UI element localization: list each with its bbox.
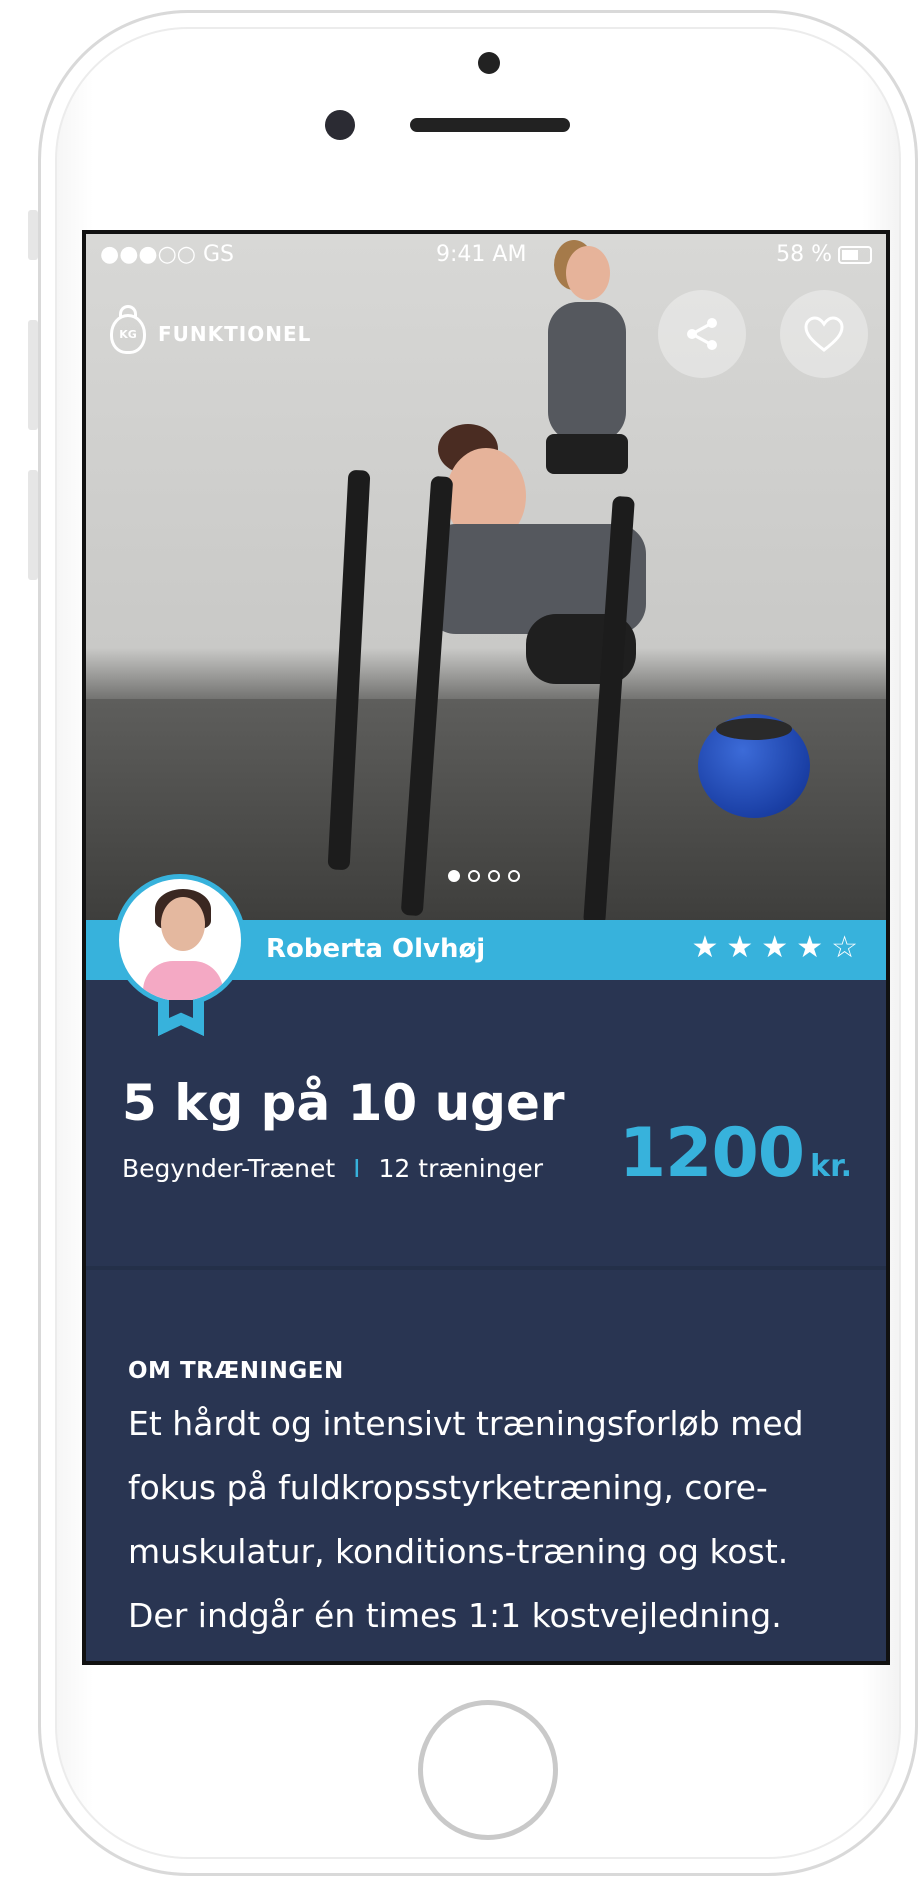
carousel-dot[interactable] bbox=[468, 870, 480, 882]
price-amount: 1200 bbox=[618, 1114, 805, 1193]
kettlebell-icon: KG bbox=[110, 305, 146, 354]
mute-switch bbox=[28, 210, 38, 260]
favorite-button[interactable] bbox=[780, 290, 868, 378]
share-button[interactable] bbox=[658, 290, 746, 378]
share-icon bbox=[687, 318, 717, 350]
price-currency: kr. bbox=[810, 1149, 852, 1184]
coach-name[interactable]: Roberta Olvhøj bbox=[266, 934, 485, 964]
star-filled-icon: ★ bbox=[796, 930, 824, 965]
hero-image: ●●●○○ GS 9:41 AM 58 % KG FUNKTIONEL bbox=[86, 234, 886, 924]
carousel-dot[interactable] bbox=[508, 870, 520, 882]
meta-separator: I bbox=[353, 1154, 361, 1183]
volume-down-button bbox=[28, 470, 38, 580]
battery-icon bbox=[838, 246, 872, 264]
program-price: 1200 kr. bbox=[619, 1114, 852, 1193]
clock: 9:41 AM bbox=[436, 242, 527, 267]
about-text: Et hårdt og intensivt træningsforløb med… bbox=[128, 1404, 804, 1635]
program-meta: Begynder-Trænet I 12 træninger bbox=[122, 1154, 543, 1183]
volume-up-button bbox=[28, 320, 38, 430]
program-title: 5 kg på 10 uger bbox=[122, 1074, 565, 1132]
about-heading: OM TRÆNINGEN bbox=[128, 1358, 344, 1384]
battery-percent: 58 % bbox=[776, 242, 832, 267]
star-filled-icon: ★ bbox=[691, 930, 719, 965]
carousel-dot[interactable] bbox=[448, 870, 460, 882]
front-camera bbox=[325, 110, 355, 140]
star-filled-icon: ★ bbox=[726, 930, 754, 965]
rating-stars: ★ ★ ★ ★ ☆ bbox=[691, 930, 858, 965]
home-button[interactable] bbox=[418, 1700, 558, 1840]
program-sessions: 12 træninger bbox=[378, 1154, 544, 1183]
carousel-dots[interactable] bbox=[448, 870, 520, 882]
star-empty-icon: ☆ bbox=[831, 930, 858, 965]
section-divider bbox=[86, 1266, 886, 1270]
ribbon-badge-icon bbox=[158, 1000, 204, 1036]
category-tag: KG FUNKTIONEL bbox=[110, 305, 312, 354]
proximity-sensor bbox=[478, 52, 500, 74]
earpiece-speaker bbox=[410, 118, 570, 132]
status-bar: ●●●○○ GS 9:41 AM 58 % bbox=[86, 234, 886, 278]
app-screen: ●●●○○ GS 9:41 AM 58 % KG FUNKTIONEL Robe… bbox=[82, 230, 890, 1665]
carousel-dot[interactable] bbox=[488, 870, 500, 882]
heart-icon bbox=[804, 316, 844, 352]
carrier-signal: ●●●○○ GS bbox=[100, 242, 234, 267]
category-label: FUNKTIONEL bbox=[158, 322, 312, 346]
star-filled-icon: ★ bbox=[761, 930, 789, 965]
medicine-ball bbox=[698, 714, 810, 818]
program-level: Begynder-Trænet bbox=[122, 1154, 336, 1183]
coach-avatar[interactable] bbox=[114, 874, 246, 1006]
